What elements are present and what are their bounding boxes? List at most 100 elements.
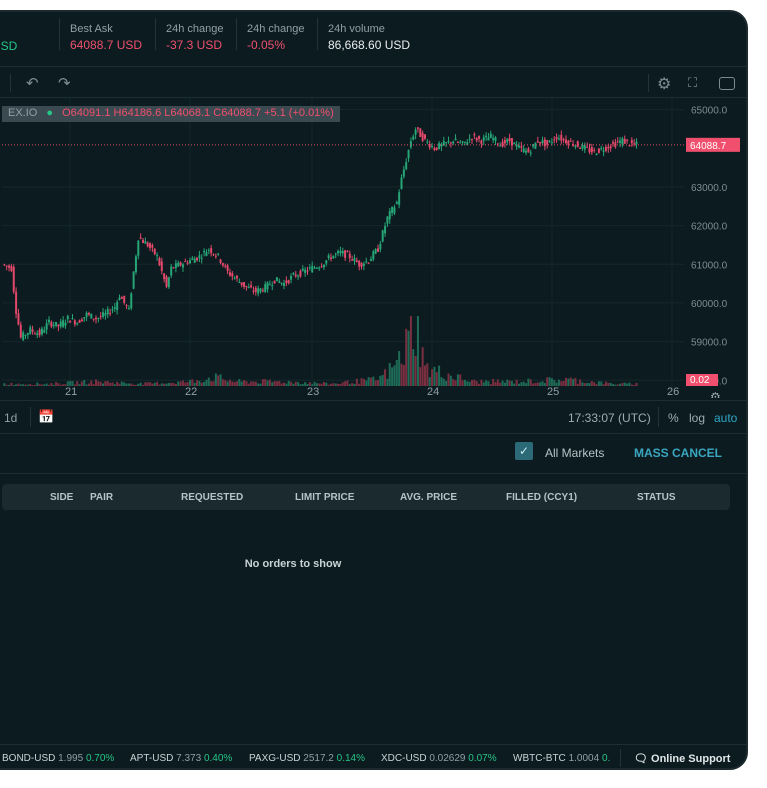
volume-bar <box>367 377 370 386</box>
col-pair[interactable]: PAIR <box>90 492 113 503</box>
price-chart[interactable]: 65000.0 63000.0 62000.0 61000.0 60000.0 59000… <box>0 98 748 404</box>
camera-icon[interactable] <box>719 77 735 90</box>
volume-bar <box>341 382 344 386</box>
volume-bar <box>466 381 469 386</box>
candle-body <box>494 137 497 141</box>
volume-bar <box>503 382 506 386</box>
volume-bar <box>499 382 502 386</box>
candle-body <box>362 263 365 266</box>
percent-toggle[interactable]: % <box>668 411 679 425</box>
candle-body <box>337 251 340 254</box>
candle-body <box>179 262 182 266</box>
volume-bar <box>243 380 246 386</box>
col-side[interactable]: SIDE <box>50 492 73 503</box>
volume-bar <box>492 378 495 386</box>
volume-bar <box>407 330 410 386</box>
volume-bar <box>15 384 18 386</box>
last-price-label: 64088.7 <box>690 141 727 152</box>
volume-bar <box>193 382 196 386</box>
volume-bar <box>221 379 224 386</box>
volume-bar <box>71 381 74 386</box>
candle-body <box>393 207 396 214</box>
candle-body <box>503 140 506 144</box>
online-support-button[interactable]: 🗨 Online Support <box>634 752 730 765</box>
candle-body <box>297 275 300 277</box>
chart-canvas[interactable]: 65000.0 63000.0 62000.0 61000.0 60000.0 59000… <box>0 98 748 404</box>
volume-bar <box>384 369 387 386</box>
volume-bar <box>428 377 431 386</box>
volume-bar <box>250 381 253 386</box>
redo-icon[interactable]: ↷ <box>58 74 71 92</box>
candle-body <box>353 257 356 262</box>
settings-gear-icon[interactable]: ⚙ <box>710 390 721 404</box>
volume-bar <box>268 379 271 386</box>
candle-body <box>569 140 572 142</box>
volume-bar <box>576 383 579 386</box>
volume-bar <box>191 379 194 386</box>
candle-body <box>367 262 370 264</box>
candle-body <box>616 141 619 143</box>
calendar-icon[interactable]: 📅 <box>38 409 54 425</box>
volume-bar <box>372 376 375 386</box>
candle-body <box>85 312 88 317</box>
log-toggle[interactable]: log <box>689 411 705 425</box>
volume-bar <box>421 347 424 386</box>
candle-body <box>409 141 412 148</box>
all-markets-label[interactable]: All Markets <box>545 446 604 460</box>
candle-body <box>548 140 551 142</box>
candle-body <box>149 243 152 248</box>
all-markets-checkbox[interactable]: ✓ <box>515 442 533 460</box>
auto-toggle[interactable]: auto <box>714 411 737 425</box>
candle-body <box>252 290 255 292</box>
volume-bar <box>240 381 243 386</box>
toolbar-divider <box>10 74 11 92</box>
candle-body <box>203 250 206 253</box>
volume-bar <box>369 377 372 386</box>
col-filled[interactable]: FILLED (CCY1) <box>506 492 577 503</box>
candle-body <box>541 140 544 144</box>
ticker-item[interactable]: PAXG-USD 2517.2 0.14% <box>249 753 365 764</box>
ohlc-open: O64091.1 <box>62 107 111 119</box>
candle-body <box>607 146 610 149</box>
undo-icon[interactable]: ↶ <box>26 74 39 92</box>
candle-body <box>66 315 69 320</box>
ticker-item[interactable]: XDC-USD 0.02629 0.07% <box>381 753 497 764</box>
gear-icon[interactable]: ⚙ <box>657 74 671 94</box>
ticker-item[interactable]: BOND-USD 1.995 0.70% <box>2 753 114 764</box>
candle-body <box>327 255 330 259</box>
candle-body <box>167 277 170 288</box>
market-stats-bar: 3 USD Best Ask 64088.7 USD 24h change -3… <box>0 12 746 56</box>
candle-body <box>567 140 570 145</box>
volume-bar <box>5 384 8 386</box>
interval-button[interactable]: 1d <box>4 411 17 425</box>
volume-bar <box>247 383 250 386</box>
candle-body <box>158 258 161 266</box>
candle-body <box>536 141 539 143</box>
ticker-item[interactable]: APT-USD 7.373 0.40% <box>130 753 232 764</box>
volume-bar <box>442 378 445 386</box>
volume-bar <box>203 381 206 386</box>
mass-cancel-button[interactable]: MASS CANCEL <box>634 446 722 460</box>
symbol-suffix: EX.IO <box>8 107 38 119</box>
volume-bar <box>353 383 356 386</box>
candle-body <box>10 266 13 272</box>
utc-clock[interactable]: 17:33:07 (UTC) <box>568 411 651 425</box>
volume-bar <box>480 379 483 386</box>
candle-body <box>311 266 314 273</box>
candle-body <box>73 320 76 325</box>
volume-bar <box>586 383 589 386</box>
volume-bar <box>609 382 612 386</box>
volume-bar <box>127 383 130 386</box>
fullscreen-icon[interactable]: ⛶ <box>688 75 697 91</box>
col-limit-price[interactable]: LIMIT PRICE <box>295 492 354 503</box>
candle-body <box>355 260 358 263</box>
candle-body <box>372 251 375 260</box>
volume-bar <box>435 372 438 386</box>
candle-body <box>630 140 633 144</box>
candle-body <box>55 321 58 326</box>
col-requested[interactable]: REQUESTED <box>181 492 243 503</box>
volume-bar <box>565 377 567 386</box>
col-avg-price[interactable]: AVG. PRICE <box>400 492 457 503</box>
col-status[interactable]: STATUS <box>637 492 676 503</box>
ticker-item[interactable]: WBTC-BTC 1.0004 0. <box>513 753 610 764</box>
